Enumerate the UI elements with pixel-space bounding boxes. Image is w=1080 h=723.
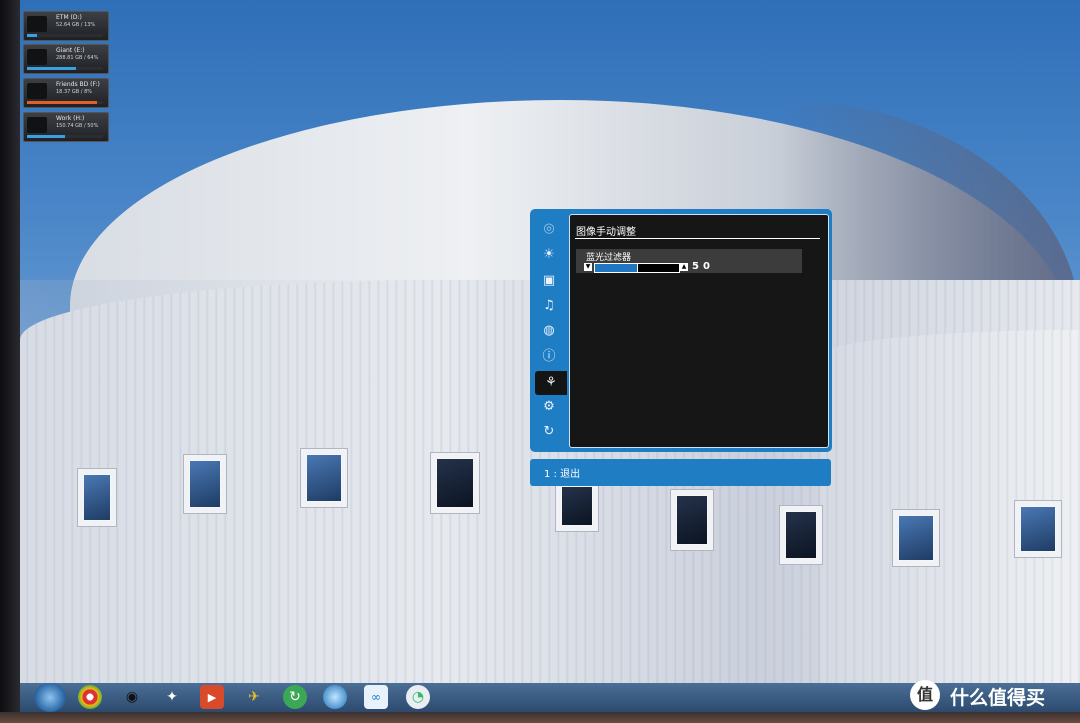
increase-arrow-icon[interactable]: ▲ bbox=[680, 263, 688, 271]
osd-content-panel: 图像手动调整 蓝光过滤器 ▼ ▲ 50 bbox=[569, 214, 829, 448]
building-window bbox=[555, 480, 599, 532]
building-window bbox=[183, 454, 227, 514]
osd-sidebar: ◎ ☀ ▣ ♫ ◍ ⓘ ⚘ ⚙ ↻ bbox=[530, 209, 567, 452]
drive-usage-fill bbox=[27, 135, 65, 138]
drive-gadget-d[interactable]: ETM (D:) 52.64 GB / 13% bbox=[23, 11, 109, 41]
monitor-bezel-left bbox=[0, 0, 20, 723]
building-window bbox=[77, 468, 117, 527]
drive-gadget-h[interactable]: Work (H:) 150.74 GB / 50% bbox=[23, 112, 109, 142]
settings-icon[interactable]: ⚙ bbox=[538, 397, 560, 417]
hard-drive-icon bbox=[27, 117, 47, 133]
drive-gadget-e[interactable]: Giant (E:) 288.81 GB / 64% bbox=[23, 44, 109, 74]
hard-drive-icon bbox=[27, 16, 47, 32]
building-window bbox=[1014, 500, 1062, 558]
osd-footer-hint: 1 : 退出 bbox=[544, 469, 581, 480]
drive-usage-fill bbox=[27, 101, 97, 104]
hard-drive-icon bbox=[27, 49, 47, 65]
drive-stats: 52.64 GB / 13% bbox=[56, 22, 96, 28]
drive-usage-bar bbox=[27, 34, 103, 37]
osd-slider-marker bbox=[637, 263, 638, 273]
osd-setting-value: 50 bbox=[692, 261, 714, 272]
drive-usage-fill bbox=[27, 34, 37, 37]
drive-usage-bar bbox=[27, 135, 103, 138]
building-window bbox=[892, 509, 940, 567]
bird-icon[interactable]: ✈ bbox=[242, 685, 266, 709]
watermark-logo-icon: 值 bbox=[910, 680, 940, 710]
osd-slider[interactable] bbox=[594, 263, 680, 273]
building-window bbox=[670, 489, 714, 551]
drive-usage-fill bbox=[27, 67, 76, 70]
building-window bbox=[300, 448, 348, 508]
picture-icon[interactable]: ◎ bbox=[538, 219, 560, 239]
drive-name: Giant (E:) bbox=[56, 47, 85, 54]
hard-drive-icon bbox=[27, 83, 47, 99]
drive-stats: 18.37 GB / 8% bbox=[56, 89, 93, 95]
refresh-app-icon[interactable]: ↻ bbox=[283, 685, 307, 709]
osd-footer: 1 : 退出 bbox=[530, 459, 831, 486]
start-button[interactable] bbox=[34, 683, 66, 712]
blue-ball-icon[interactable] bbox=[323, 685, 347, 709]
drive-stats: 288.81 GB / 64% bbox=[56, 55, 99, 61]
decrease-arrow-icon[interactable]: ▼ bbox=[584, 263, 592, 271]
chrome-icon[interactable] bbox=[78, 685, 102, 709]
manual-image-adjust-icon[interactable]: ⚘ bbox=[535, 371, 567, 395]
color-palette-icon[interactable]: ◍ bbox=[538, 321, 560, 341]
osd-setting-row[interactable]: 蓝光过滤器 ▼ ▲ 50 bbox=[576, 249, 802, 273]
qq-icon[interactable]: ◉ bbox=[120, 685, 144, 709]
drive-gadget-f[interactable]: Friends BD (F:) 18.37 GB / 8% bbox=[23, 78, 109, 108]
drive-usage-bar bbox=[27, 67, 103, 70]
drive-name: Work (H:) bbox=[56, 115, 85, 122]
brightness-icon[interactable]: ☀ bbox=[538, 245, 560, 265]
drive-name: ETM (D:) bbox=[56, 14, 82, 21]
building-window bbox=[779, 505, 823, 565]
monitor-osd-menu: ◎ ☀ ▣ ♫ ◍ ⓘ ⚘ ⚙ ↻ 图像手动调整 蓝光过滤器 ▼ ▲ 50 bbox=[530, 209, 832, 452]
audio-icon[interactable]: ♫ bbox=[538, 296, 560, 316]
link-app-icon[interactable]: ∞ bbox=[364, 685, 388, 709]
fox-icon[interactable]: ✦ bbox=[160, 685, 184, 709]
watermark-text: 什么值得买 bbox=[950, 687, 1046, 709]
osd-divider bbox=[575, 238, 820, 239]
drive-stats: 150.74 GB / 50% bbox=[56, 123, 99, 129]
reset-icon[interactable]: ↻ bbox=[538, 422, 560, 442]
osd-setting-label: 蓝光过滤器 bbox=[586, 253, 632, 263]
osd-menu-title: 图像手动调整 bbox=[576, 227, 636, 238]
drive-name: Friends BD (F:) bbox=[56, 81, 100, 88]
building-window bbox=[430, 452, 480, 514]
monitor-bezel-bottom bbox=[0, 712, 1080, 723]
drive-usage-bar bbox=[27, 101, 103, 104]
clock-app-icon[interactable]: ◔ bbox=[406, 685, 430, 709]
info-icon[interactable]: ⓘ bbox=[538, 347, 560, 367]
osd-slider-fill bbox=[595, 264, 637, 272]
display-icon[interactable]: ▣ bbox=[538, 271, 560, 291]
media-player-icon[interactable]: ▶ bbox=[200, 685, 224, 709]
